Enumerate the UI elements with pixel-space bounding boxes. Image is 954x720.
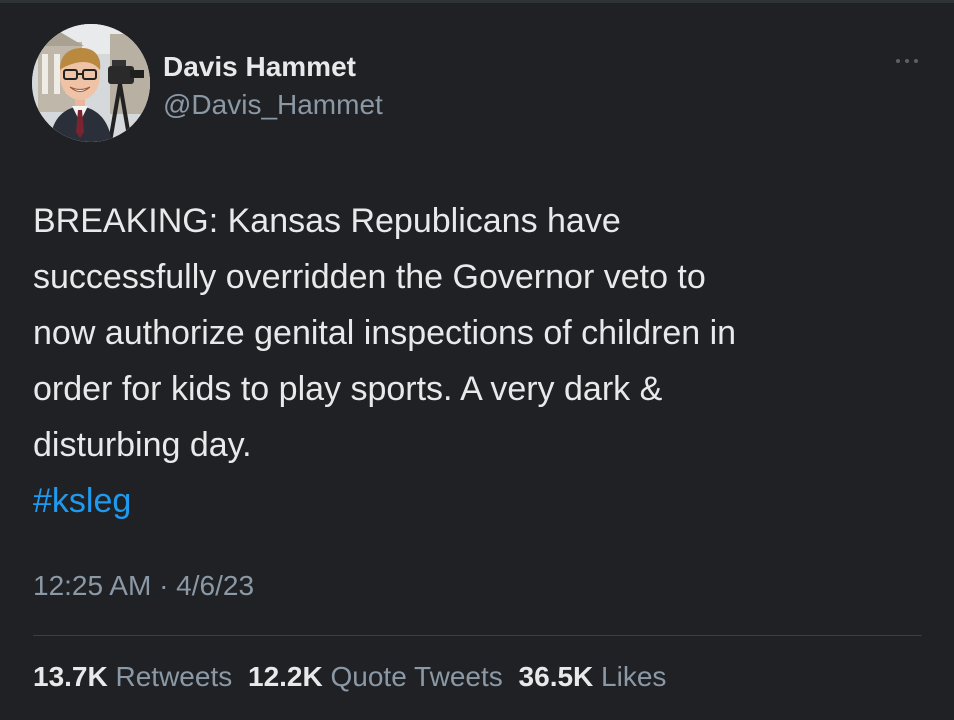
- tweet-text-line: successfully overridden the Governor vet…: [33, 258, 706, 296]
- quote-tweets-count: 12.2K: [248, 661, 323, 692]
- likes-stat[interactable]: 36.5K Likes: [519, 660, 667, 694]
- tweet-text-line: order for kids to play sports. A very da…: [33, 370, 663, 408]
- quote-tweets-stat[interactable]: 12.2K Quote Tweets: [248, 660, 503, 694]
- retweets-label: Retweets: [115, 661, 233, 692]
- retweets-count: 13.7K: [33, 661, 108, 692]
- likes-count: 36.5K: [518, 661, 594, 692]
- author-avatar[interactable]: [32, 24, 150, 142]
- tweet-text-line: disturbing day.: [33, 426, 252, 464]
- retweets-stat[interactable]: 13.7K Retweets: [33, 660, 232, 694]
- tweet-card: Davis Hammet @Davis_Hammet BREAKING: Kan…: [0, 0, 954, 720]
- divider: [33, 635, 922, 636]
- tweet-stats: 13.7K Retweets 12.2K Quote Tweets 36.5K …: [33, 660, 674, 694]
- tweet-timestamp[interactable]: 12:25 AM · 4/6/23: [33, 569, 254, 603]
- hashtag-link[interactable]: #ksleg: [33, 473, 923, 529]
- author-handle[interactable]: @Davis_Hammet: [163, 88, 383, 122]
- more-horizontal-icon[interactable]: [894, 54, 920, 66]
- tweet-header: Davis Hammet @Davis_Hammet: [32, 24, 930, 148]
- tweet-text-line: now authorize genital inspections of chi…: [33, 314, 737, 352]
- author-name[interactable]: Davis Hammet: [163, 50, 356, 84]
- tweet-text: BREAKING: Kansas Republicans have succes…: [33, 193, 923, 529]
- likes-label: Likes: [601, 661, 667, 692]
- quote-tweets-label: Quote Tweets: [330, 661, 503, 692]
- tweet-text-line: BREAKING: Kansas Republicans have: [33, 202, 621, 240]
